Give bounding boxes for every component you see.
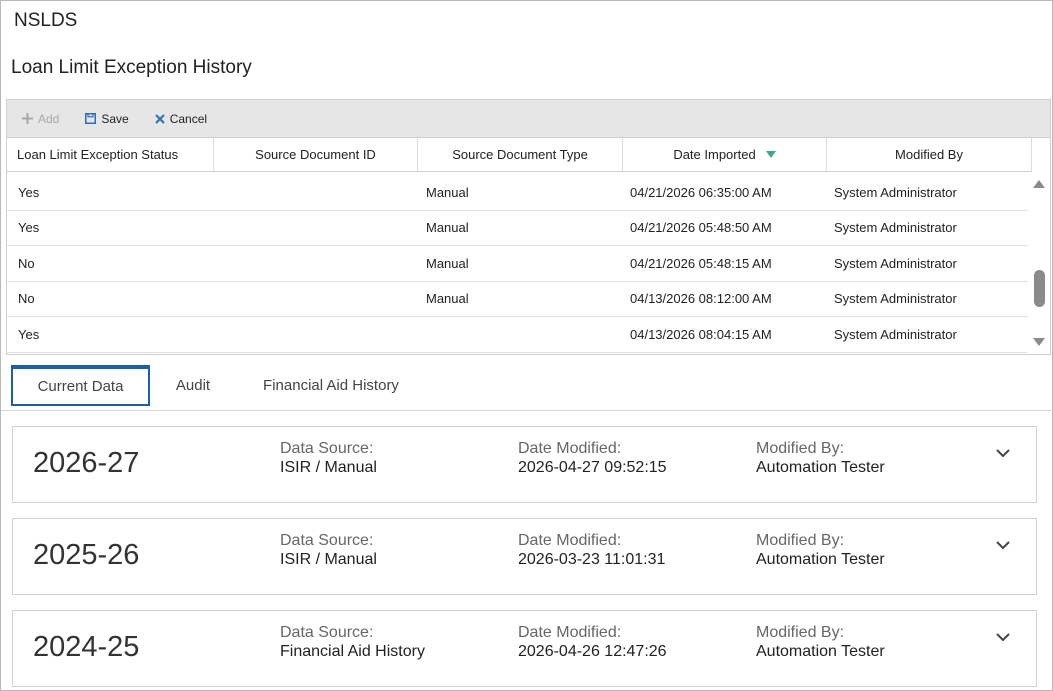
- close-icon: [155, 113, 165, 124]
- tab-current-data[interactable]: Current Data: [11, 365, 150, 406]
- tab-financial-aid-history[interactable]: Financial Aid History: [251, 365, 411, 406]
- modified-by-field: Modified By: Automation Tester: [756, 623, 885, 661]
- cancel-button-label: Cancel: [169, 111, 208, 126]
- column-header-date-imported[interactable]: Date Imported: [623, 138, 827, 171]
- date-modified-value: 2026-04-26 12:47:26: [518, 643, 667, 660]
- award-year: 2025-26: [33, 539, 140, 571]
- cell-exception-status: No: [18, 255, 35, 271]
- scroll-up-arrow-icon[interactable]: [1033, 180, 1045, 188]
- data-source-label: Data Source:: [280, 532, 374, 549]
- date-modified-label: Date Modified:: [518, 440, 622, 457]
- cell-date-imported: 04/21/2026 06:35:00 AM: [630, 184, 772, 200]
- tab-label: Financial Aid History: [263, 377, 399, 394]
- scroll-down-arrow-icon[interactable]: [1033, 338, 1045, 346]
- grid-toolbar: Add Save Cancel: [7, 100, 1050, 138]
- cell-modified-by: System Administrator: [834, 255, 957, 271]
- cell-source-document-type: Manual: [426, 220, 469, 236]
- award-year-card[interactable]: 2024-25 Data Source: Financial Aid Histor…: [12, 610, 1037, 687]
- save-button-label: Save: [101, 111, 129, 126]
- date-modified-field: Date Modified: 2026-03-23 11:01:31: [518, 531, 665, 569]
- section-title: Loan Limit Exception History: [11, 57, 252, 78]
- modified-by-label: Modified By:: [756, 624, 845, 641]
- table-row[interactable]: Yes Manual 04/21/2026 06:35:00 AM System…: [7, 175, 1028, 211]
- column-header-label: Loan Limit Exception Status: [17, 147, 179, 162]
- sort-descending-icon: [765, 151, 776, 158]
- cell-modified-by: System Administrator: [834, 326, 957, 342]
- cell-exception-status: Yes: [18, 220, 40, 236]
- tab-bar: Current Data Audit Financial Aid History: [1, 365, 1053, 411]
- date-modified-label: Date Modified:: [518, 532, 622, 549]
- award-year-card[interactable]: 2026-27 Data Source: ISIR / Manual Date M…: [12, 426, 1037, 503]
- date-modified-value: 2026-04-27 09:52:15: [518, 459, 667, 476]
- column-header-modified-by[interactable]: Modified By: [827, 138, 1032, 171]
- cell-modified-by: System Administrator: [834, 291, 957, 307]
- cell-exception-status: Yes: [18, 184, 40, 200]
- cell-source-document-type: Manual: [426, 255, 469, 271]
- modified-by-value: Automation Tester: [756, 459, 885, 476]
- column-header-label: Modified By: [895, 147, 963, 162]
- loan-limit-grid: Add Save Cancel Loan Limit Exception Sta…: [6, 99, 1051, 355]
- column-header-label: Source Document Type: [452, 147, 588, 162]
- floppy-disk-icon: [85, 113, 97, 124]
- app-title: NSLDS: [14, 10, 78, 31]
- date-modified-value: 2026-03-23 11:01:31: [518, 551, 666, 568]
- data-source-field: Data Source: ISIR / Manual: [280, 439, 377, 477]
- table-row[interactable]: No Manual 04/13/2026 08:12:00 AM System …: [7, 282, 1028, 317]
- cell-exception-status: Yes: [18, 326, 40, 342]
- data-source-label: Data Source:: [280, 624, 374, 641]
- data-source-field: Data Source: ISIR / Manual: [280, 531, 377, 569]
- cell-date-imported: 04/13/2026 08:12:00 AM: [630, 291, 772, 307]
- data-source-value: ISIR / Manual: [280, 459, 377, 476]
- grid-body: Yes Manual 04/21/2026 06:35:00 AM System…: [7, 175, 1028, 353]
- award-year: 2024-25: [33, 631, 140, 663]
- column-header-exception-status[interactable]: Loan Limit Exception Status: [7, 138, 214, 171]
- grid-scrollbar[interactable]: [1028, 172, 1050, 354]
- date-modified-label: Date Modified:: [518, 624, 622, 641]
- cell-source-document-type: Manual: [426, 291, 469, 307]
- data-source-value: ISIR / Manual: [280, 551, 377, 568]
- add-button-label: Add: [38, 111, 60, 126]
- cancel-button[interactable]: Cancel: [155, 112, 207, 126]
- column-header-source-document-id[interactable]: Source Document ID: [214, 138, 418, 171]
- cell-date-imported: 04/21/2026 05:48:50 AM: [630, 220, 772, 236]
- cell-source-document-type: Manual: [426, 184, 469, 200]
- column-header-label: Source Document ID: [255, 147, 376, 162]
- modified-by-value: Automation Tester: [756, 551, 885, 568]
- chevron-down-icon[interactable]: [996, 446, 1010, 460]
- cell-date-imported: 04/13/2026 08:04:15 AM: [630, 326, 772, 342]
- app-window: NSLDS Loan Limit Exception History Add S…: [0, 0, 1053, 691]
- chevron-down-icon[interactable]: [996, 630, 1010, 644]
- tab-label: Current Data: [37, 378, 124, 395]
- tab-label: Audit: [175, 377, 211, 394]
- modified-by-field: Modified By: Automation Tester: [756, 531, 885, 569]
- column-header-source-document-type[interactable]: Source Document Type: [418, 138, 623, 171]
- plus-icon: [22, 113, 33, 124]
- table-row[interactable]: No Manual 04/21/2026 05:48:15 AM System …: [7, 246, 1028, 282]
- table-row[interactable]: Yes Manual 04/21/2026 05:48:50 AM System…: [7, 211, 1028, 246]
- date-modified-field: Date Modified: 2026-04-27 09:52:15: [518, 439, 667, 477]
- date-modified-field: Date Modified: 2026-04-26 12:47:26: [518, 623, 667, 661]
- save-button[interactable]: Save: [85, 111, 129, 126]
- modified-by-label: Modified By:: [756, 532, 845, 549]
- data-source-label: Data Source:: [280, 440, 374, 457]
- modified-by-label: Modified By:: [756, 440, 845, 457]
- cell-date-imported: 04/21/2026 05:48:15 AM: [630, 255, 772, 271]
- table-row[interactable]: Yes 04/13/2026 08:04:15 AM System Admini…: [7, 317, 1028, 353]
- chevron-down-icon[interactable]: [996, 538, 1010, 552]
- cell-modified-by: System Administrator: [834, 220, 957, 236]
- data-source-field: Data Source: Financial Aid History: [280, 623, 425, 661]
- grid-header-row: Loan Limit Exception Status Source Docum…: [7, 138, 1032, 172]
- scrollbar-thumb[interactable]: [1034, 270, 1045, 307]
- modified-by-value: Automation Tester: [756, 643, 885, 660]
- award-year: 2026-27: [33, 447, 140, 479]
- modified-by-field: Modified By: Automation Tester: [756, 439, 885, 477]
- cell-modified-by: System Administrator: [834, 184, 957, 200]
- cell-exception-status: No: [18, 291, 35, 307]
- column-header-label: Date Imported: [673, 147, 756, 162]
- data-source-value: Financial Aid History: [280, 643, 425, 660]
- award-year-card[interactable]: 2025-26 Data Source: ISIR / Manual Date M…: [12, 518, 1037, 595]
- add-button[interactable]: Add: [22, 112, 59, 126]
- tab-audit[interactable]: Audit: [161, 365, 225, 406]
